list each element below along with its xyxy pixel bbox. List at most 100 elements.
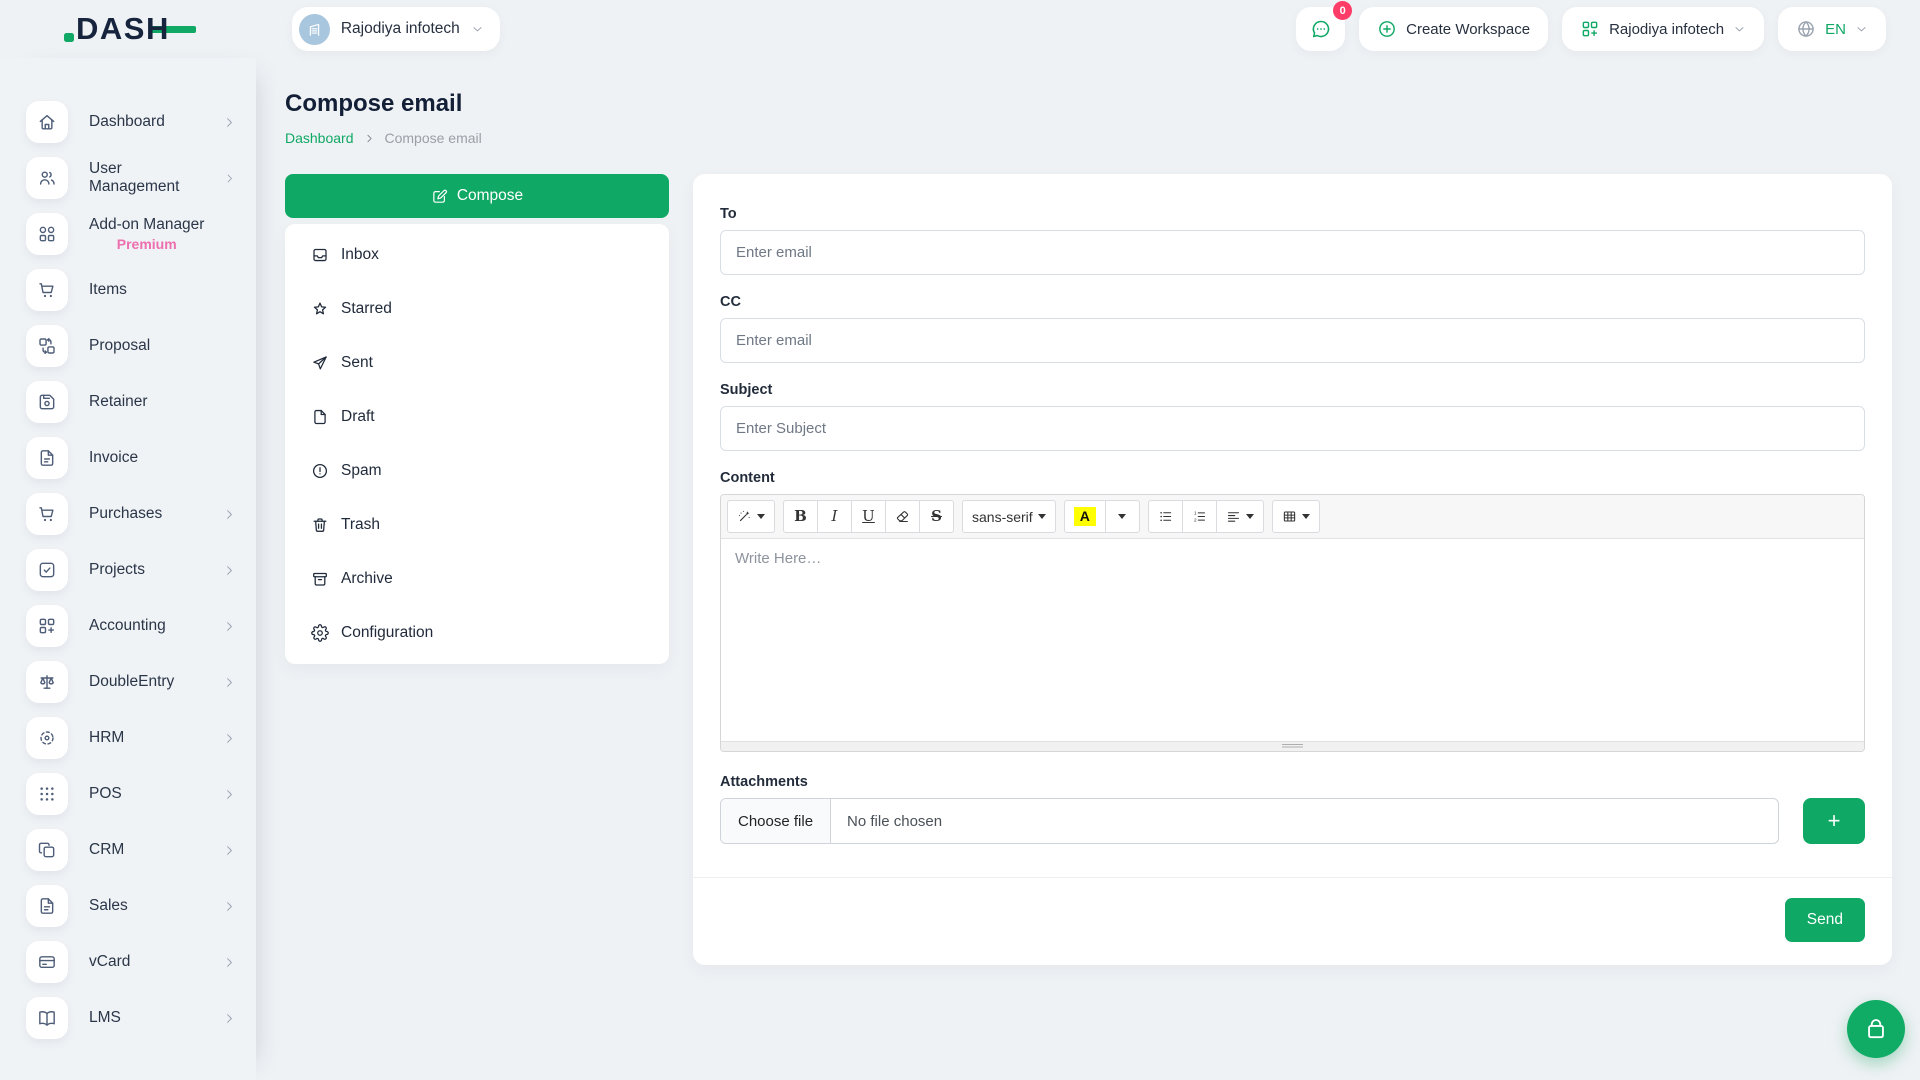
breadcrumb: Dashboard Compose email <box>285 130 1892 146</box>
workspace-avatar <box>299 14 330 45</box>
app-logo[interactable]: DASH <box>64 11 196 47</box>
account-dropdown[interactable]: Rajodiya infotech <box>1562 7 1764 51</box>
sidebar-item-invoice[interactable]: Invoice <box>0 430 256 486</box>
sidebar-item-hrm[interactable]: HRM <box>0 710 256 766</box>
folder-configuration[interactable]: Configuration <box>285 606 669 660</box>
editor-resize-handle[interactable] <box>721 741 1864 751</box>
to-input[interactable] <box>720 230 1865 275</box>
chevron-down-icon <box>1733 23 1746 36</box>
caret-icon <box>1118 514 1126 519</box>
chevron-right-icon <box>224 172 236 185</box>
sidebar-item-crm[interactable]: CRM <box>0 822 256 878</box>
add-attachment-button[interactable]: + <box>1803 798 1865 844</box>
star-icon <box>311 300 329 318</box>
grid-plus-icon <box>1580 19 1600 39</box>
attachments-label: Attachments <box>720 774 1865 790</box>
bold-button[interactable]: B <box>783 500 818 533</box>
folder-starred[interactable]: Starred <box>285 282 669 336</box>
chevron-right-icon <box>223 620 236 633</box>
chevron-right-icon <box>223 116 236 129</box>
checkbox-icon <box>37 560 57 580</box>
cart-icon <box>37 280 57 300</box>
chevron-right-icon <box>223 788 236 801</box>
gear-icon <box>311 624 329 642</box>
focus-icon <box>37 728 57 748</box>
sidebar-item-accounting[interactable]: Accounting <box>0 598 256 654</box>
content-label: Content <box>720 470 1865 486</box>
text-color-dropdown[interactable] <box>1105 500 1140 533</box>
sidebar-item-items[interactable]: Items <box>0 262 256 318</box>
file-input[interactable]: Choose file No file chosen <box>720 798 1779 844</box>
send-button[interactable]: Send <box>1785 898 1865 942</box>
breadcrumb-dashboard-link[interactable]: Dashboard <box>285 130 354 146</box>
caret-icon <box>1246 514 1254 519</box>
table-icon <box>1282 509 1297 524</box>
chevron-right-icon <box>223 956 236 969</box>
text-color-button[interactable]: A <box>1064 500 1106 533</box>
caret-icon <box>1302 514 1310 519</box>
apps-icon <box>37 224 57 244</box>
table-dropdown[interactable] <box>1272 500 1320 533</box>
account-label: Rajodiya infotech <box>1609 21 1724 38</box>
folder-trash[interactable]: Trash <box>285 498 669 552</box>
underline-button[interactable]: U <box>851 500 886 533</box>
folder-sent[interactable]: Sent <box>285 336 669 390</box>
choose-file-button[interactable]: Choose file <box>721 799 831 843</box>
edit-icon <box>431 188 448 205</box>
editor-text-area[interactable]: Write Here… <box>721 539 1864 741</box>
chevron-right-icon <box>364 133 375 144</box>
sidebar-item-lms[interactable]: LMS <box>0 990 256 1046</box>
font-family-dropdown[interactable]: sans-serif <box>962 500 1056 533</box>
folder-spam[interactable]: Spam <box>285 444 669 498</box>
sidebar-item-pos[interactable]: POS <box>0 766 256 822</box>
compose-button[interactable]: Compose <box>285 174 669 218</box>
paragraph-align-dropdown[interactable] <box>1216 500 1264 533</box>
chat-button[interactable]: 0 <box>1296 7 1345 51</box>
sidebar-item-vcard[interactable]: vCard <box>0 934 256 990</box>
style-dropdown-button[interactable] <box>727 500 775 533</box>
folder-archive[interactable]: Archive <box>285 552 669 606</box>
editor-placeholder: Write Here… <box>735 550 821 567</box>
content-editor: B I U S sans-serif <box>720 494 1865 752</box>
sidebar-item-proposal[interactable]: Proposal <box>0 318 256 374</box>
ordered-list-button[interactable]: 12 <box>1182 500 1217 533</box>
folder-inbox[interactable]: Inbox <box>285 228 669 282</box>
unordered-list-button[interactable] <box>1148 500 1183 533</box>
sidebar-item-retainer[interactable]: Retainer <box>0 374 256 430</box>
create-workspace-label: Create Workspace <box>1406 21 1530 38</box>
sidebar-item-sales[interactable]: Sales <box>0 878 256 934</box>
file-text-icon <box>37 896 57 916</box>
sidebar-item-purchases[interactable]: Purchases <box>0 486 256 542</box>
caret-icon <box>1038 514 1046 519</box>
book-icon <box>37 1008 57 1028</box>
page-title: Compose email <box>285 90 1892 118</box>
shopping-bag-icon <box>1863 1016 1889 1042</box>
svg-text:1: 1 <box>1194 510 1197 515</box>
send-icon <box>311 354 329 372</box>
strikethrough-button[interactable]: S <box>919 500 954 533</box>
subject-input[interactable] <box>720 406 1865 451</box>
sidebar-item-user-management[interactable]: User Management <box>0 150 256 206</box>
floppy-icon <box>37 392 57 412</box>
topbar: DASH Rajodiya infotech 0 Create Workspac… <box>0 0 1920 58</box>
clear-format-button[interactable] <box>885 500 920 533</box>
sidebar-item-doubleentry[interactable]: DoubleEntry <box>0 654 256 710</box>
buy-now-fab[interactable] <box>1847 1000 1905 1058</box>
sidebar-item-dashboard[interactable]: Dashboard <box>0 94 256 150</box>
main-content: Compose email Dashboard Compose email Co… <box>256 58 1920 1080</box>
compose-form-card: To CC Subject Content <box>693 174 1892 965</box>
logo-text: DASH <box>76 11 170 47</box>
language-dropdown[interactable]: EN <box>1778 7 1886 51</box>
create-workspace-button[interactable]: Create Workspace <box>1359 7 1548 51</box>
sidebar-item-projects[interactable]: Projects <box>0 542 256 598</box>
sidebar-item-addon-manager[interactable]: Add-on ManagerPremium <box>0 206 256 262</box>
main-sidebar: Dashboard User Management Add-on Manager… <box>0 58 256 1080</box>
home-icon <box>37 112 57 132</box>
italic-button[interactable]: I <box>817 500 852 533</box>
cc-input[interactable] <box>720 318 1865 363</box>
folder-draft[interactable]: Draft <box>285 390 669 444</box>
magic-wand-icon <box>737 509 752 524</box>
workspace-selector[interactable]: Rajodiya infotech <box>292 7 500 51</box>
users-icon <box>37 168 57 188</box>
chevron-down-icon <box>1855 23 1868 36</box>
